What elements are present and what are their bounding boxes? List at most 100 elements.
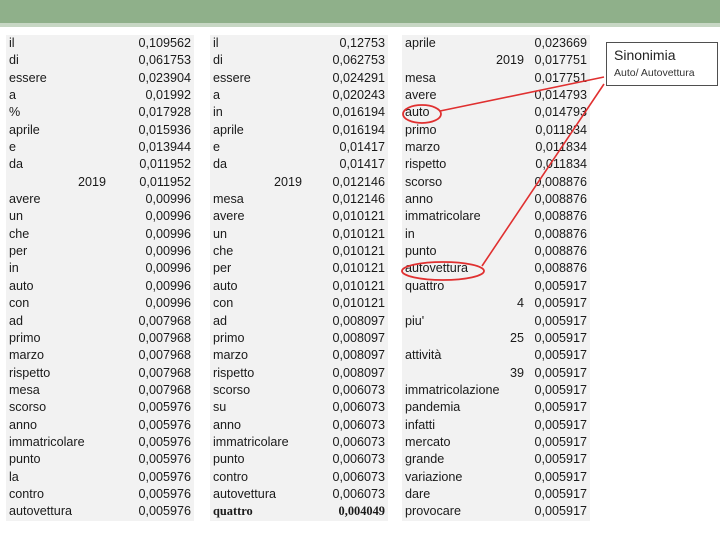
frequency-value: 0,12753	[339, 36, 385, 50]
table-row: aprile 0,015936	[6, 122, 194, 139]
word-token: avere	[213, 209, 245, 224]
table-row: di 0,061753	[6, 52, 194, 69]
frequency-value: 0,011834	[535, 122, 587, 137]
word-token: immatricolare	[405, 209, 481, 224]
word-token: auto	[213, 278, 238, 293]
frequency-value: 0,012146	[332, 192, 385, 207]
word-token: ad	[213, 313, 228, 328]
frequency-value: 0,008876	[534, 192, 587, 207]
frequency-value: 0,010121	[332, 278, 385, 293]
table-row: autovettura 0,006073	[210, 486, 388, 503]
word-token: quattro	[405, 278, 445, 293]
legend-title: Sinonimia	[614, 47, 676, 63]
frequency-value: 0,005917	[534, 400, 587, 415]
frequency-value: 0,004049	[338, 504, 385, 519]
frequency-value: 0,01417	[339, 157, 385, 172]
table-row: da 0,01417	[210, 156, 388, 173]
table-row: e 0,013944	[6, 139, 194, 156]
frequency-value: 0,006073	[332, 452, 385, 467]
table-row: marzo 0,008097	[210, 347, 388, 364]
frequency-value: 0,008876	[534, 174, 587, 189]
table-row: in 0,008876	[402, 226, 590, 243]
frequency-value: 0,005917	[534, 417, 587, 432]
word-token: immatricolazione	[405, 382, 500, 397]
word-token: essere	[9, 70, 47, 85]
word-token: attività	[405, 348, 442, 363]
table-row: a 0,01992	[6, 87, 194, 104]
word-token: aprile	[9, 122, 40, 137]
frequency-value: 0,00996	[145, 278, 191, 293]
table-row: scorso 0,005976	[6, 399, 194, 416]
table-row: anno 0,005976	[6, 417, 194, 434]
word-token: scorso	[9, 400, 47, 415]
word-token: rispetto	[405, 157, 447, 172]
word-token: punto	[405, 244, 437, 259]
word-token: grande	[405, 452, 445, 467]
frequency-value: 0,00996	[145, 226, 191, 241]
frequency-value: 0,005976	[138, 452, 191, 467]
word-token: a	[213, 88, 221, 103]
frequency-value: 0,010121	[332, 296, 385, 311]
frequency-value: 0,011952	[139, 157, 191, 172]
table-row: scorso 0,008876	[402, 174, 590, 191]
word-token: a	[9, 88, 17, 103]
frequency-value: 0,006073	[332, 382, 385, 397]
word-token: e	[9, 140, 17, 155]
numeric-token: 2019	[77, 174, 106, 189]
word-token: in	[9, 261, 19, 276]
table-row: avere 0,014793	[402, 87, 590, 104]
legend-subtitle: Auto/ Autovettura	[614, 67, 695, 79]
table-row: aprile 0,016194	[210, 122, 388, 139]
word-token: e	[213, 140, 221, 155]
frequency-value: 0,005917	[534, 469, 587, 484]
word-token: aprile	[213, 122, 244, 137]
word-token: variazione	[405, 469, 463, 484]
table-row: autovettura 0,008876	[402, 260, 590, 277]
table-row: immatricolare 0,005976	[6, 434, 194, 451]
frequency-value: 0,016194	[332, 105, 385, 120]
frequency-value: 0,005917	[534, 504, 587, 519]
table-row: % 0,017928	[6, 104, 194, 121]
table-row: auto 0,010121	[210, 278, 388, 295]
table-row: contro 0,006073	[210, 469, 388, 486]
word-token: contro	[9, 486, 45, 501]
table-row: auto 0,00996	[6, 278, 194, 295]
frequency-value: 0,01992	[145, 88, 191, 103]
frequency-value: 0,005917	[534, 348, 587, 363]
table-row: rispetto 0,008097	[210, 365, 388, 382]
frequency-value: 0,005976	[138, 486, 191, 501]
word-token: scorso	[405, 174, 443, 189]
frequency-value: 0,00996	[145, 192, 191, 207]
frequency-table-2: il 0,12753 di 0,062753 essere 0,024291 a 0,0202…	[210, 35, 388, 521]
frequency-value: 0,061753	[138, 53, 191, 68]
word-token: da	[9, 157, 24, 172]
frequency-value: 0,011834	[535, 140, 587, 155]
table-row: ad 0,008097	[210, 313, 388, 330]
frequency-value: 0,010121	[332, 261, 385, 276]
table-row: su 0,006073	[210, 399, 388, 416]
frequency-table-1: il 0,109562 di 0,061753 essere 0,023904 a 0,019…	[6, 35, 194, 521]
table-row: punto 0,006073	[210, 451, 388, 468]
table-row: essere 0,023904	[6, 70, 194, 87]
word-token: essere	[213, 70, 251, 85]
table-row: a 0,020243	[210, 87, 388, 104]
word-token: pandemia	[405, 400, 461, 415]
table-row: con 0,00996	[6, 295, 194, 312]
frequency-value: 0,00996	[145, 209, 191, 224]
table-row: marzo 0,011834	[402, 139, 590, 156]
frequency-value: 0,023669	[534, 36, 587, 50]
word-token: scorso	[213, 382, 251, 397]
word-token: %	[9, 105, 21, 120]
word-token: primo	[213, 330, 245, 345]
frequency-value: 0,005917	[534, 296, 587, 311]
table-row: in 0,016194	[210, 104, 388, 121]
table-row: per 0,00996	[6, 243, 194, 260]
table-row: avere 0,010121	[210, 208, 388, 225]
frequency-value: 0,062753	[332, 53, 385, 68]
frequency-value: 0,005917	[534, 486, 587, 501]
table-row: attività 0,005917	[402, 347, 590, 364]
frequency-value: 0,01417	[339, 140, 385, 155]
table-row: il 0,109562	[6, 35, 194, 52]
table-row: ad 0,007968	[6, 313, 194, 330]
frequency-value: 0,014793	[534, 105, 587, 120]
